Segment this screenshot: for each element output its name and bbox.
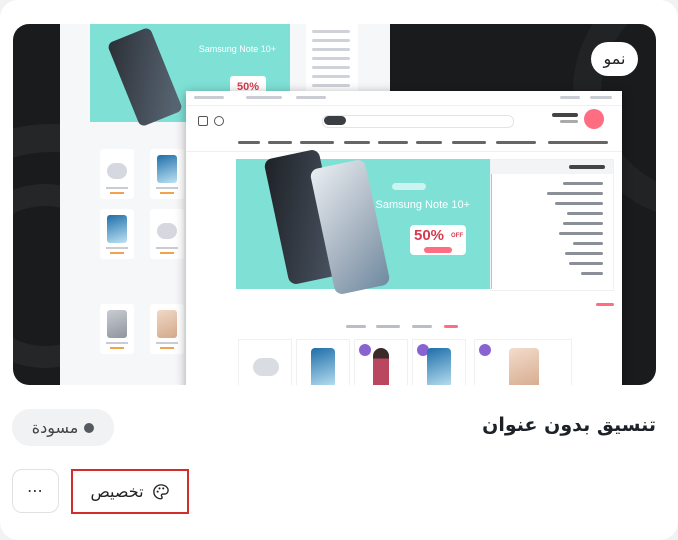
preview-nav xyxy=(186,135,622,152)
preview-search xyxy=(322,115,514,128)
back-hero-title: Samsung Note 10+ xyxy=(198,44,276,54)
hero-discount-off: OFF xyxy=(451,233,463,239)
preview-product-tabs xyxy=(346,325,616,335)
preview-category-panel xyxy=(490,159,614,291)
palette-icon xyxy=(152,483,170,501)
theme-title: تنسيق بدون عنوان xyxy=(482,414,656,436)
preview-header xyxy=(186,107,622,133)
hero-discount-badge: 50% OFF xyxy=(410,225,466,255)
preview-logo xyxy=(584,109,604,129)
preview-hero-banner: Samsung Note 10+ 50% OFF xyxy=(236,148,492,296)
theme-preview[interactable]: Samsung Note 10+ 50% Samsung Note 10+ 50… xyxy=(13,24,656,385)
customize-label: تخصيص xyxy=(90,482,144,501)
back-hero-phone xyxy=(106,26,184,128)
preview-topbar xyxy=(186,91,622,106)
preview-front-screenshot: Samsung Note 10+ 50% OFF xyxy=(186,91,622,385)
hero-discount-percent: 50% xyxy=(414,227,445,244)
customize-button[interactable]: تخصيص xyxy=(71,469,189,514)
brand-badge: نمو xyxy=(591,42,638,76)
more-icon: ⋯ xyxy=(27,481,44,500)
more-options-button[interactable]: ⋯ xyxy=(12,469,59,513)
preview-product-row xyxy=(238,339,622,385)
hero-title: Samsung Note 10+ xyxy=(375,199,470,211)
status-dot-icon xyxy=(84,422,95,433)
theme-card: Samsung Note 10+ 50% Samsung Note 10+ 50… xyxy=(0,0,678,540)
status-badge: مسودة xyxy=(12,409,114,446)
status-label: مسودة xyxy=(31,418,79,437)
